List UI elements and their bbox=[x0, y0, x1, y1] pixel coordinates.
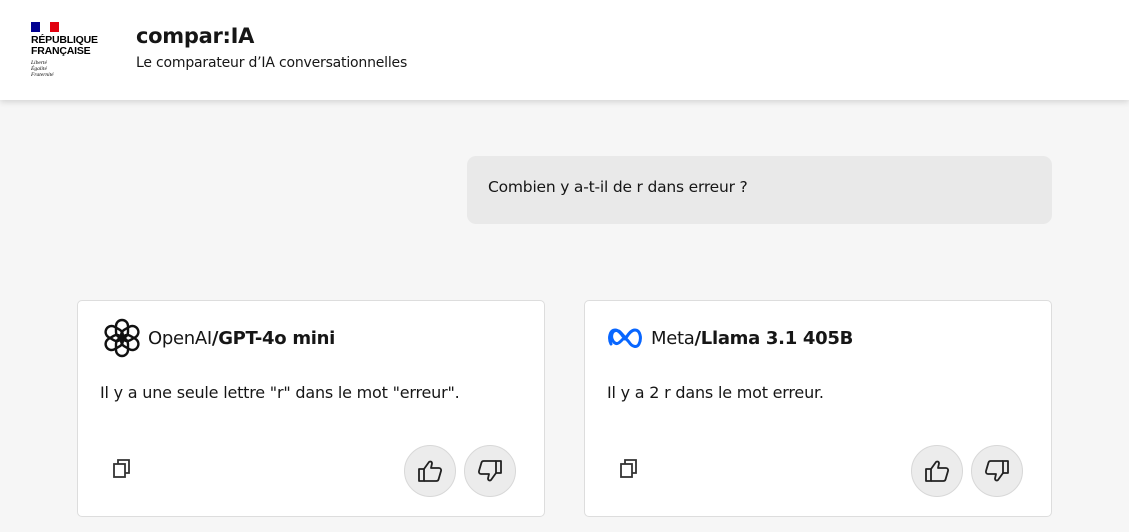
meta-icon bbox=[607, 326, 643, 350]
model-header: Meta/Llama 3.1 405B bbox=[607, 317, 853, 359]
model-id: GPT-4o mini bbox=[218, 327, 336, 349]
copy-icon bbox=[113, 459, 130, 478]
openai-icon bbox=[100, 316, 144, 360]
thumbs-down-button[interactable] bbox=[971, 445, 1023, 497]
model-response-card-a: OpenAI/GPT-4o mini Il y a une seule lett… bbox=[77, 300, 545, 517]
copy-button[interactable] bbox=[110, 456, 134, 482]
thumbs-down-icon bbox=[477, 460, 502, 482]
provider-name: Meta bbox=[651, 327, 695, 349]
model-header: OpenAI/GPT-4o mini bbox=[100, 317, 335, 359]
thumbs-up-icon bbox=[418, 460, 443, 482]
provider-name: OpenAI bbox=[148, 327, 212, 349]
copy-icon bbox=[620, 459, 637, 478]
thumbs-up-button[interactable] bbox=[911, 445, 963, 497]
brand[interactable]: compar:IA Le comparateur d’IA conversati… bbox=[136, 22, 407, 71]
site-subtitle: Le comparateur d’IA conversationnelles bbox=[136, 55, 408, 71]
logo-line-2: FRANÇAISE bbox=[31, 45, 91, 57]
model-id: Llama 3.1 405B bbox=[700, 327, 854, 349]
logo-motto: Liberté Égalité Fraternité bbox=[31, 60, 111, 79]
republique-francaise-logo[interactable]: RÉPUBLIQUE FRANÇAISE Liberté Égalité Fra… bbox=[31, 22, 111, 79]
thumbs-down-button[interactable] bbox=[464, 445, 516, 497]
site-title: compar:IA bbox=[136, 24, 255, 48]
model-name: OpenAI/GPT-4o mini bbox=[148, 328, 335, 349]
thumbs-up-icon bbox=[925, 460, 950, 482]
thumbs-up-button[interactable] bbox=[404, 445, 456, 497]
model-answer: Il y a une seule lettre "r" dans le mot … bbox=[100, 383, 460, 402]
thumbs-down-icon bbox=[984, 460, 1009, 482]
copy-button[interactable] bbox=[617, 456, 641, 482]
model-answer: Il y a 2 r dans le mot erreur. bbox=[607, 383, 824, 402]
french-flag-icon bbox=[31, 22, 59, 32]
logo-text: RÉPUBLIQUE FRANÇAISE bbox=[31, 35, 111, 57]
model-name: Meta/Llama 3.1 405B bbox=[651, 328, 853, 349]
user-message: Combien y a-t-il de r dans erreur ? bbox=[467, 156, 1052, 224]
motto-fraternite: Fraternité bbox=[31, 72, 54, 79]
site-header: RÉPUBLIQUE FRANÇAISE Liberté Égalité Fra… bbox=[0, 0, 1129, 100]
model-response-card-b: Meta/Llama 3.1 405B Il y a 2 r dans le m… bbox=[584, 300, 1052, 517]
